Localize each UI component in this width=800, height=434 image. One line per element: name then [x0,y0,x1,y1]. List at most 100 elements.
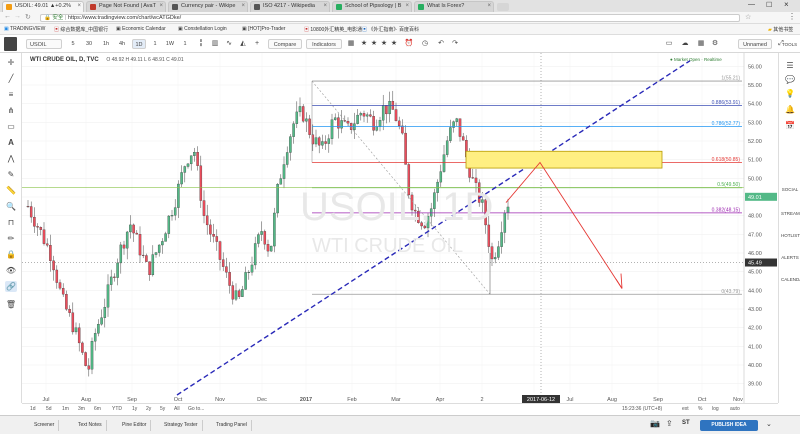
tab-strategy-tester[interactable]: Strategy Tester [160,420,203,431]
log-toggle[interactable]: log [712,406,719,412]
range-5d[interactable]: 5d [46,406,52,412]
calendar-icon[interactable]: 📅 [781,121,799,130]
gear-icon[interactable]: ⚙ [710,39,720,49]
undo-icon[interactable]: ↶ [436,39,446,49]
range-1y[interactable]: 1y [132,406,137,412]
publish-idea-button[interactable]: PUBLISH IDEA [700,420,758,431]
ruler-icon[interactable]: 📏 [5,185,17,196]
share-icon[interactable]: ⇪ [666,419,673,428]
bookmark-economic-calendar[interactable]: ▣ Economic Calendar [116,26,166,32]
symbol-search-input[interactable]: USOIL [26,39,62,49]
compare-button[interactable]: Compare [268,39,302,49]
link-icon[interactable]: 🔗 [5,281,17,292]
bookmark-10800[interactable]: ▣ 10800外汇精英_电影通 [304,26,362,33]
chart-type-icon[interactable]: ▥ [210,39,220,49]
bookmark-baike[interactable]: ▣ 《外汇指南》· 百度百科 [362,26,419,33]
range-3m[interactable]: 3m [78,406,85,412]
bookmark-tradingview[interactable]: ▣ TRADINGVIEW [4,26,45,32]
area-type-icon[interactable]: ◭ [238,39,248,49]
compare-plus-icon[interactable]: + [252,39,262,49]
range-2y[interactable]: 2y [146,406,151,412]
close-icon[interactable]: × [487,3,491,9]
alerts-tab[interactable]: ALERTS [781,255,799,260]
star-icon[interactable]: ☆ [745,13,751,21]
interval-1[interactable]: 1 [150,39,160,49]
indicators-button[interactable]: Indicators [306,39,342,49]
alerts-bell-icon[interactable]: 🔔 [781,105,799,114]
browser-tab-iso-4217[interactable]: ISO 4217 - Wikipedia × [250,1,330,12]
forward-icon[interactable]: → [14,13,21,20]
range-1m[interactable]: 1m [62,406,69,412]
percent-toggle[interactable]: % [698,406,702,412]
trendline-icon[interactable]: ╱ [5,73,17,84]
url-input[interactable]: 🔒 安全 | https://www.tradingview.com/chart… [40,14,740,22]
range-1d[interactable]: 1d [30,406,36,412]
alert-clock-icon[interactable]: ⏰ [404,39,414,49]
pitchfork-icon[interactable]: ⋔ [5,105,17,116]
new-tab-button[interactable] [497,3,509,11]
close-icon[interactable]: × [405,3,409,9]
bookmark-pro-trader[interactable]: ▣ [HOT]Pro-Trader [242,26,285,32]
bar-style-icon[interactable]: ╏ [196,39,206,49]
interval-1m[interactable]: 1 [180,39,190,49]
layout-icon[interactable]: ▭ [664,39,674,49]
cloud-icon[interactable]: ☁ [678,39,692,49]
pattern-icon[interactable]: ⋀ [5,153,17,164]
chart-pane[interactable]: 1(55.21) 0.886(53.91) 0.786(52.77) 0.618(50… [22,53,778,403]
window-close-button[interactable]: × [784,0,789,9]
close-icon[interactable]: × [323,3,327,9]
browser-tab-usoil[interactable]: USOIL: 49.01 ▲+0.2% × [2,1,84,12]
menu-icon[interactable]: ⋮ [788,12,796,21]
horizontal-lines-icon[interactable]: ≡ [5,89,17,100]
stocktwits-icon[interactable]: ST [682,420,690,426]
close-icon[interactable]: × [159,3,163,9]
favorite-star-icon[interactable]: ★ [370,39,378,49]
interval-1d[interactable]: 1D [132,39,146,49]
replay-icon[interactable]: ◷ [420,39,430,49]
rectangle-icon[interactable]: ▭ [5,121,17,132]
layout-name-dropdown[interactable]: Unnamed [738,39,772,49]
template-icon[interactable]: ▦ [346,39,356,49]
range-6m[interactable]: 6m [94,406,101,412]
bookmark-boc[interactable]: ▣ 综合数据库_中国银行 [54,26,108,33]
bookmark-other[interactable]: ▰ 其他书签 [768,26,793,33]
browser-tab-currency-pair[interactable]: Currency pair - Wikipe × [168,1,248,12]
minimize-button[interactable]: — [748,1,755,8]
range-5y[interactable]: 5y [160,406,165,412]
tab-trading-panel[interactable]: Trading Panel [212,420,252,431]
tab-pine-editor[interactable]: Pine Editor [118,420,152,431]
favorite-star-icon[interactable]: ★ [360,39,368,49]
pencil-icon[interactable]: ✏ [5,233,17,244]
trash-icon[interactable]: 🗑 [5,299,17,310]
auto-toggle[interactable]: auto [730,406,740,412]
goto-button[interactable]: Go to... [188,406,204,412]
browser-tab-pipsology[interactable]: School of Pipsology | B × [332,1,412,12]
interval-5[interactable]: 5 [68,39,78,49]
range-all[interactable]: All [174,406,180,412]
calendar-tab[interactable]: CALENDAR [781,277,800,282]
browser-tab-page-not-found[interactable]: Page Not Found | AvaT × [86,1,166,12]
camera-icon[interactable]: 📷 [650,419,660,428]
interval-30[interactable]: 30 [83,39,95,49]
ideas-icon[interactable]: 💡 [781,89,799,98]
interval-1w[interactable]: 1W [164,39,176,49]
reload-icon[interactable]: ↻ [25,13,31,21]
favorite-star-icon[interactable]: ★ [390,39,398,49]
close-icon[interactable]: × [241,3,245,9]
bookmark-constellation[interactable]: ▣ Constellation Login [178,26,227,32]
line-type-icon[interactable]: ∿ [224,39,234,49]
redo-icon[interactable]: ↷ [450,39,460,49]
text-icon[interactable]: A [5,137,17,148]
crosshair-icon[interactable]: ✛ [5,57,17,68]
interval-4h[interactable]: 4h [116,39,128,49]
back-icon[interactable]: ← [4,13,11,20]
lock-icon[interactable]: 🔒 [5,249,17,260]
tab-text-notes[interactable]: Text Notes [74,420,107,431]
tab-screener[interactable]: Screener [30,420,60,431]
grid-icon[interactable]: ▦ [696,39,706,49]
interval-1h[interactable]: 1h [100,39,112,49]
favorite-star-icon[interactable]: ★ [380,39,388,49]
chat-icon[interactable]: 💬 [781,75,799,84]
range-ytd[interactable]: YTD [112,406,122,412]
avatar[interactable] [4,37,17,51]
